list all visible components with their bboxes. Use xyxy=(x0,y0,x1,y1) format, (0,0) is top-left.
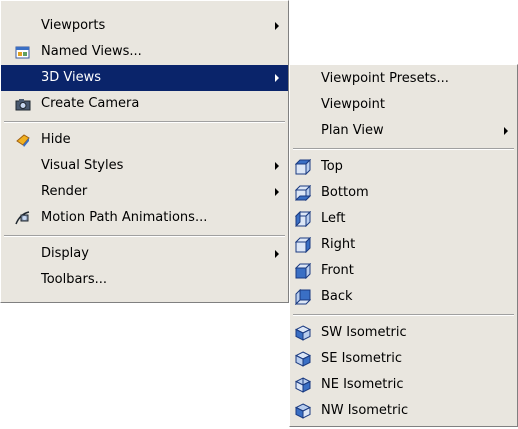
view-front-icon xyxy=(294,262,312,280)
menu-item-label: NE Isometric xyxy=(321,377,404,392)
menu-item-label: Display xyxy=(41,246,89,261)
menu-item-view-right[interactable]: Right xyxy=(290,232,517,258)
menu-item-view-bottom[interactable]: Bottom xyxy=(290,180,517,206)
menu-item-se-isometric[interactable]: SE Isometric xyxy=(290,346,517,372)
menu-item-label: SW Isometric xyxy=(321,325,407,340)
menu-item-hide[interactable]: Hide xyxy=(1,127,288,153)
menu-item-ne-isometric[interactable]: NE Isometric xyxy=(290,372,517,398)
menu-item-label: Viewpoint xyxy=(321,97,386,112)
menu-item-view-front[interactable]: Front xyxy=(290,258,517,284)
sw-isometric-icon xyxy=(294,325,312,341)
nw-isometric-icon xyxy=(294,403,312,419)
submenu-arrow-icon xyxy=(275,250,279,258)
menu-item-display[interactable]: Display xyxy=(1,241,288,267)
submenu-arrow-icon xyxy=(275,22,279,30)
submenu-arrow-icon xyxy=(275,74,279,82)
menu-item-plan-view[interactable]: Plan View xyxy=(290,118,517,144)
menu-item-label: 3D Views xyxy=(41,70,102,85)
menu-item-label: Top xyxy=(321,159,343,174)
submenu-arrow-icon xyxy=(504,127,508,135)
menu-item-motion-path[interactable]: Motion Path Animations... xyxy=(1,205,288,231)
view-menu: Viewports Named Views... 3D Views Create… xyxy=(0,0,289,303)
submenu-arrow-icon xyxy=(275,162,279,170)
menu-separator xyxy=(1,231,288,241)
menu-item-label: Named Views... xyxy=(41,44,142,59)
menu-item-label: Front xyxy=(321,263,354,278)
se-isometric-icon xyxy=(294,351,312,367)
3d-views-submenu: Viewpoint Presets... Viewpoint Plan View… xyxy=(289,64,518,427)
menu-item-label: Motion Path Animations... xyxy=(41,210,208,225)
menu-item-label: Right xyxy=(321,237,356,252)
menu-item-viewpoint-presets[interactable]: Viewpoint Presets... xyxy=(290,66,517,92)
submenu-arrow-icon xyxy=(275,188,279,196)
menu-item-create-camera[interactable]: Create Camera xyxy=(1,91,288,117)
motion-path-icon xyxy=(15,210,31,226)
view-bottom-icon xyxy=(294,184,312,202)
menu-item-label: Left xyxy=(321,211,346,226)
menu-item-label: SE Isometric xyxy=(321,351,403,366)
menu-item-label: Viewpoint Presets... xyxy=(321,71,449,86)
ne-isometric-icon xyxy=(294,377,312,393)
menu-separator xyxy=(290,310,517,320)
menu-item-label: Visual Styles xyxy=(41,158,124,173)
menu-item-nw-isometric[interactable]: NW Isometric xyxy=(290,398,517,424)
view-back-icon xyxy=(294,288,312,306)
view-right-icon xyxy=(294,236,312,254)
menu-separator xyxy=(290,144,517,154)
menu-item-label: Hide xyxy=(41,132,71,147)
menu-item-label: Plan View xyxy=(321,123,384,138)
camera-icon xyxy=(15,96,31,112)
menu-item-label: Render xyxy=(41,184,88,199)
menu-item-3d-views[interactable]: 3D Views xyxy=(1,65,288,91)
menu-separator xyxy=(1,117,288,127)
view-left-icon xyxy=(294,210,312,228)
menu-item-visual-styles[interactable]: Visual Styles xyxy=(1,153,288,179)
menu-item-view-top[interactable]: Top xyxy=(290,154,517,180)
menu-item-label: Viewports xyxy=(41,18,106,33)
menu-item-viewports[interactable]: Viewports xyxy=(1,13,288,39)
menu-item-label: Back xyxy=(321,289,353,304)
menu-item-label: Create Camera xyxy=(41,96,140,111)
menu-item-view-back[interactable]: Back xyxy=(290,284,517,310)
menu-item-label: Bottom xyxy=(321,185,369,200)
menu-item-named-views[interactable]: Named Views... xyxy=(1,39,288,65)
menu-item-render[interactable]: Render xyxy=(1,179,288,205)
menu-item-sw-isometric[interactable]: SW Isometric xyxy=(290,320,517,346)
hide-icon xyxy=(15,132,31,148)
menu-item-label: Toolbars... xyxy=(41,272,107,287)
view-top-icon xyxy=(294,158,312,176)
menu-item-label: NW Isometric xyxy=(321,403,409,418)
named-views-icon xyxy=(15,44,31,60)
menu-item-toolbars[interactable]: Toolbars... xyxy=(1,267,288,293)
menu-item-view-left[interactable]: Left xyxy=(290,206,517,232)
menu-item-viewpoint[interactable]: Viewpoint xyxy=(290,92,517,118)
